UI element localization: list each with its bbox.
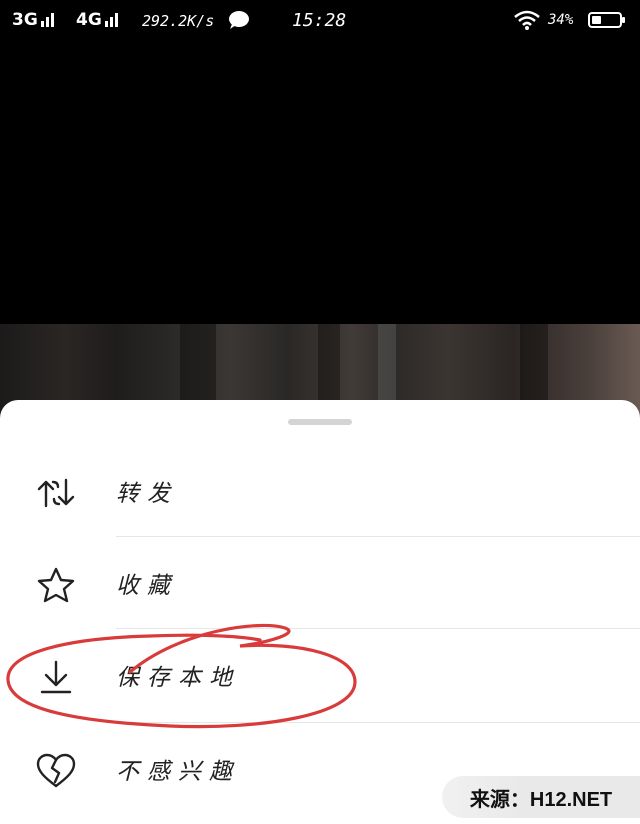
menu-item-label: 转发 bbox=[116, 481, 178, 507]
action-sheet: 转发 收藏 保存本地 不感兴趣 bbox=[0, 400, 640, 824]
status-bar: 3G 4G 292.2K/s 15:28 34% bbox=[0, 0, 640, 42]
watermark: 来源：H12.NET bbox=[442, 776, 640, 818]
repost-icon bbox=[34, 474, 78, 512]
divider bbox=[116, 536, 640, 537]
menu-item-label: 保存本地 bbox=[116, 665, 240, 691]
network-4g-indicator: 4G bbox=[76, 10, 120, 30]
video-player[interactable] bbox=[0, 42, 640, 326]
clock-text: 15:28 bbox=[292, 10, 347, 31]
menu-item-save-local[interactable]: 保存本地 bbox=[0, 630, 640, 724]
battery-percent: 34% bbox=[548, 12, 573, 28]
screen: 3G 4G 292.2K/s 15:28 34% 转发 收藏 保存本地 不感兴趣… bbox=[0, 0, 640, 824]
network-speed: 292.2K/s bbox=[142, 12, 214, 30]
menu-item-label: 收藏 bbox=[116, 573, 178, 599]
clock: 15:28 bbox=[292, 10, 346, 31]
divider bbox=[116, 722, 640, 723]
menu-item-repost[interactable]: 转发 bbox=[0, 446, 640, 540]
menu-item-favorite[interactable]: 收藏 bbox=[0, 538, 640, 632]
message-bubble-icon bbox=[228, 10, 250, 30]
download-icon bbox=[34, 658, 78, 696]
broken-heart-icon bbox=[34, 752, 78, 790]
network-4g-label: 4G bbox=[76, 10, 102, 30]
star-icon bbox=[34, 566, 78, 604]
battery-icon bbox=[588, 12, 625, 28]
battery-percent-text: 34% bbox=[548, 12, 574, 28]
signal-icon bbox=[40, 13, 56, 27]
signal-icon bbox=[104, 13, 120, 27]
divider bbox=[116, 628, 640, 629]
network-3g-label: 3G bbox=[12, 10, 38, 30]
menu-item-label: 不感兴趣 bbox=[116, 759, 240, 785]
network-speed-text: 292.2K/s bbox=[142, 12, 215, 30]
network-3g-indicator: 3G bbox=[12, 10, 56, 30]
wifi-icon bbox=[514, 10, 540, 30]
sheet-drag-handle[interactable] bbox=[288, 419, 352, 425]
battery-level bbox=[592, 16, 601, 24]
